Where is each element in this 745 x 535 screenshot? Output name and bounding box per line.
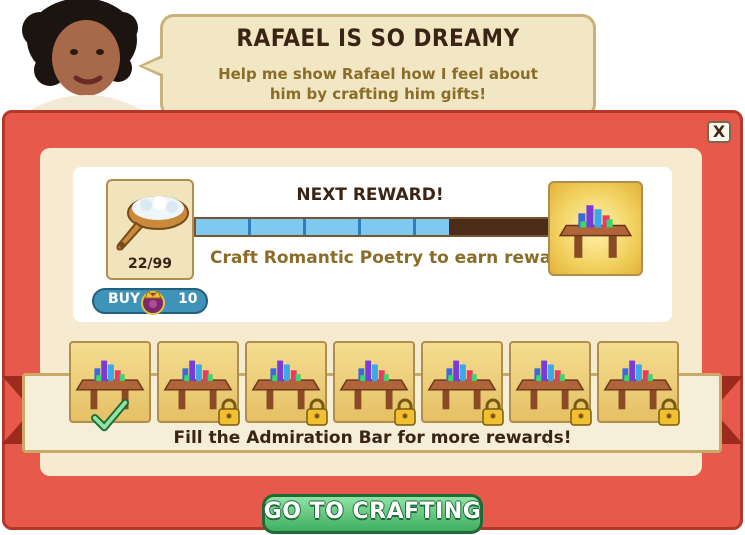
reward-tier-5[interactable]: [421, 341, 504, 426]
checkmark-icon: [91, 398, 129, 432]
item-count: 22/99: [127, 256, 173, 272]
craft-message: Craft Romantic Poetry to earn rewards.: [210, 248, 589, 268]
quest-title: RAFAEL IS SO DREAMY: [236, 24, 520, 52]
lock-icon: [658, 398, 680, 426]
reward-tier-6[interactable]: [509, 341, 592, 426]
gem-table-icon: [558, 205, 633, 258]
buy-label: BUY: [108, 291, 141, 307]
lock-icon: [570, 398, 592, 426]
reward-tier-1[interactable]: [69, 341, 151, 432]
go-to-crafting-label: GO TO CRAFTING: [263, 499, 482, 524]
next-reward-card[interactable]: [548, 181, 643, 276]
lock-icon: [482, 398, 504, 426]
next-reward-heading: NEXT REWARD!: [296, 185, 444, 205]
speech-bubble-tail-fill: [143, 57, 165, 75]
reward-tier-4[interactable]: [333, 341, 416, 426]
reward-tier-2[interactable]: [157, 341, 240, 426]
lock-icon: [306, 398, 328, 426]
lock-icon: [218, 398, 240, 426]
progress-bar-fill: [196, 219, 449, 235]
buy-cost: 10: [178, 291, 198, 307]
lock-icon: [394, 398, 416, 426]
fill-bar-message: Fill the Admiration Bar for more rewards…: [173, 428, 572, 448]
close-button[interactable]: X: [707, 121, 731, 143]
quest-description: Help me show Rafael how I feel about him…: [218, 65, 538, 103]
reward-tier-7[interactable]: [597, 341, 680, 426]
reward-tier-3[interactable]: [245, 341, 328, 426]
brush-icon: [116, 196, 189, 251]
crown-coin-icon: [141, 290, 165, 315]
